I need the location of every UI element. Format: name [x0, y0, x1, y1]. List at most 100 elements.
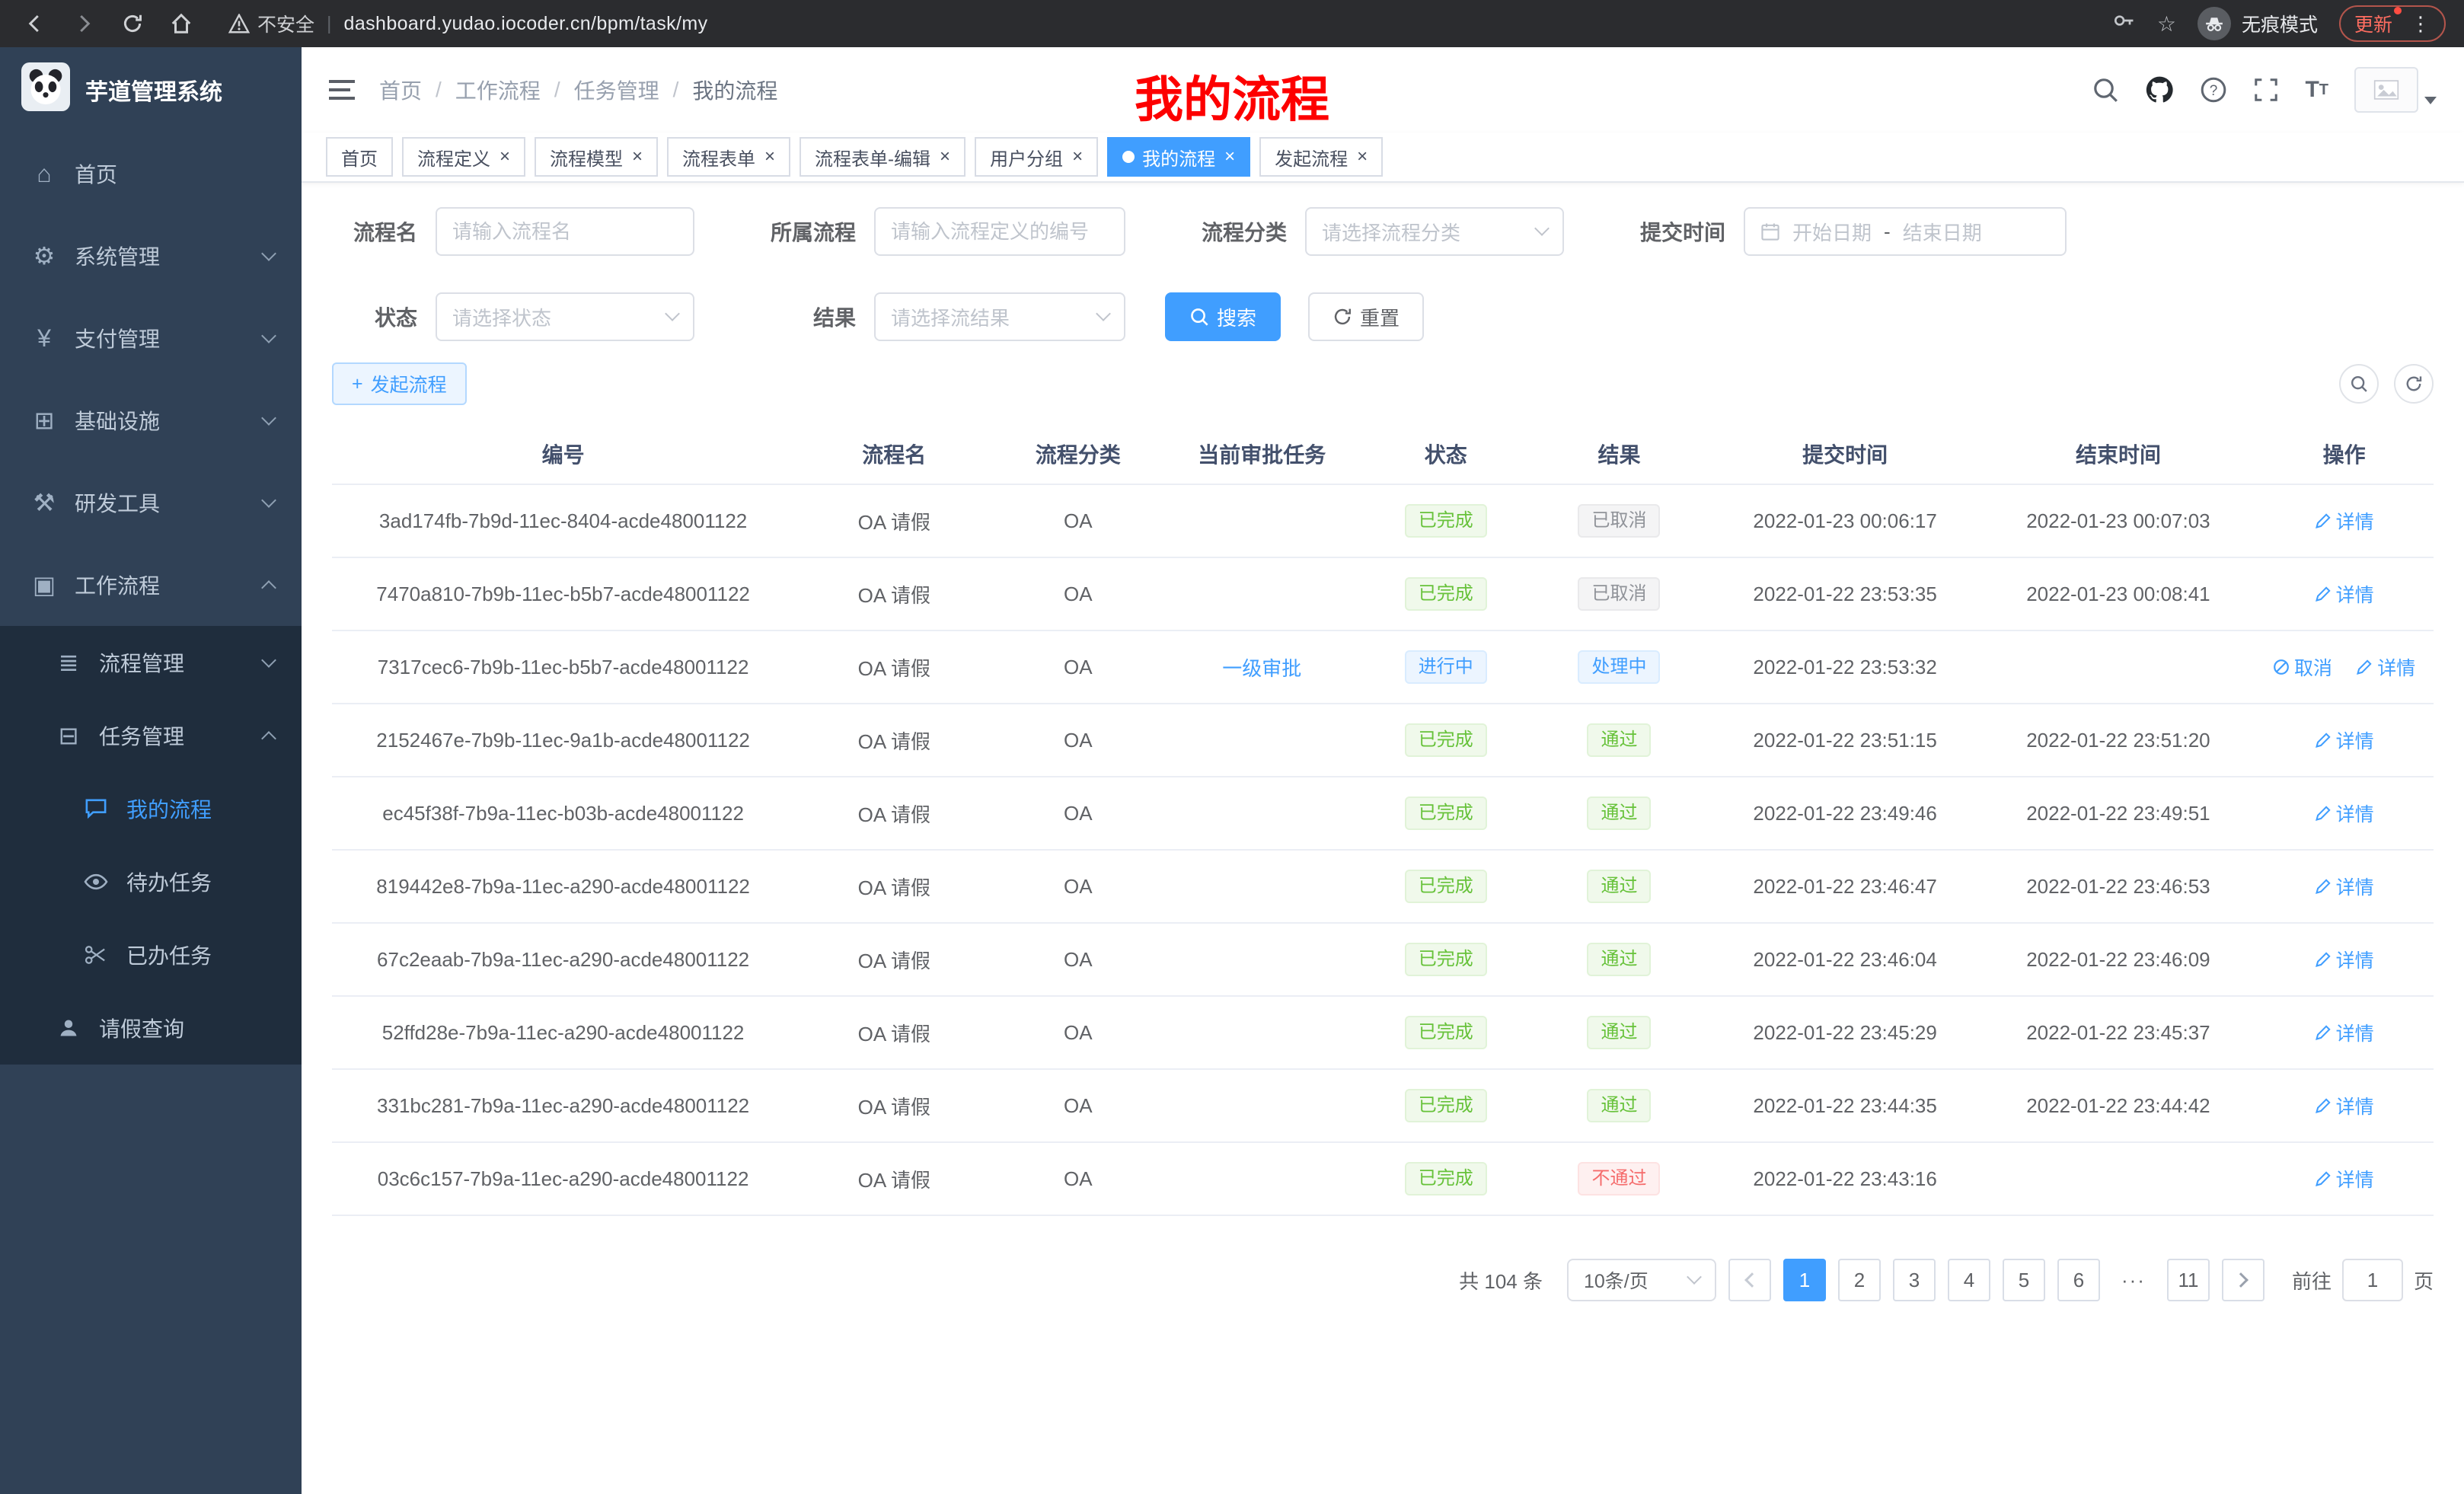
close-icon[interactable]: × [1072, 148, 1083, 166]
cell-name: OA 请假 [794, 850, 994, 923]
url-text[interactable]: dashboard.yudao.iocoder.cn/bpm/task/my [344, 13, 708, 35]
address-bar[interactable]: 不安全 | dashboard.yudao.iocoder.cn/bpm/tas… [228, 10, 2096, 37]
breadcrumb-home[interactable]: 首页 [379, 75, 422, 105]
category-select[interactable]: 请选择流程分类 [1305, 207, 1564, 256]
tab[interactable]: 发起流程 × [1259, 137, 1383, 177]
edit-pen-icon [2315, 512, 2332, 529]
sidebar-item-infrastructure[interactable]: ⊞ 基础设施 [0, 379, 302, 461]
next-page-button[interactable] [2222, 1259, 2265, 1301]
process-definition-input[interactable] [874, 207, 1125, 256]
close-icon[interactable]: × [500, 148, 510, 166]
start-date[interactable]: 开始日期 [1792, 218, 1872, 246]
breadcrumb-task-mgmt[interactable]: 任务管理 [574, 75, 659, 105]
sidebar-item-devtools[interactable]: ⚒ 研发工具 [0, 461, 302, 544]
page-button[interactable]: 4 [1948, 1259, 1990, 1301]
fullscreen-icon[interactable] [2253, 77, 2279, 103]
reload-icon[interactable] [116, 7, 149, 40]
goto-page: 前往 页 [2292, 1259, 2434, 1301]
tab[interactable]: 流程模型 × [535, 137, 658, 177]
status-badge: 已完成 [1405, 577, 1487, 611]
sidebar-item-workflow[interactable]: ▣ 工作流程 [0, 544, 302, 626]
password-key-icon[interactable] [2111, 8, 2136, 39]
detail-link[interactable]: 详情 [2315, 873, 2374, 900]
sidebar-item-my-process[interactable]: 我的流程 [0, 772, 302, 845]
tab-label: 首页 [341, 144, 378, 171]
home-nav-icon[interactable] [164, 7, 198, 40]
close-icon[interactable]: × [632, 148, 643, 166]
detail-link[interactable]: 详情 [2356, 653, 2415, 681]
sidebar-item-task-mgmt[interactable]: ⊟ 任务管理 [0, 699, 302, 772]
font-size-icon[interactable]: TT [2305, 78, 2328, 101]
cell-end-time: 2022-01-22 23:51:20 [1982, 704, 2255, 777]
create-process-button[interactable]: + 发起流程 [332, 362, 467, 405]
sidebar-item-done-tasks[interactable]: 已办任务 [0, 918, 302, 991]
page-button[interactable]: 11 [2167, 1259, 2210, 1301]
search-icon[interactable] [2092, 76, 2119, 104]
security-warning[interactable]: 不安全 [228, 10, 314, 37]
edit-pen-icon [2356, 659, 2373, 675]
detail-link[interactable]: 详情 [2315, 946, 2374, 973]
sidebar-item-process-mgmt[interactable]: ≣ 流程管理 [0, 626, 302, 699]
avatar[interactable] [2354, 67, 2437, 113]
search-button[interactable]: 搜索 [1165, 292, 1281, 341]
cell-actions: 取消 详情 [2255, 704, 2434, 777]
update-button[interactable]: 更新 ⋮ [2339, 5, 2446, 42]
prev-page-button[interactable] [1728, 1259, 1771, 1301]
show-search-button[interactable] [2339, 364, 2379, 404]
page-button[interactable]: 5 [2003, 1259, 2045, 1301]
status-select[interactable]: 请选择状态 [436, 292, 694, 341]
close-icon[interactable]: × [1357, 148, 1368, 166]
table-row: 331bc281-7b9a-11ec-a290-acde48001122 OA … [332, 1069, 2434, 1142]
cell-actions: 取消 详情 [2255, 996, 2434, 1069]
page-button[interactable]: 1 [1783, 1259, 1826, 1301]
detail-link[interactable]: 详情 [2315, 580, 2374, 608]
back-icon[interactable] [18, 7, 52, 40]
result-select[interactable]: 请选择流结果 [874, 292, 1125, 341]
menu-kebab-icon[interactable]: ⋮ [2405, 12, 2430, 36]
hamburger-icon[interactable] [329, 80, 355, 100]
page-size-select[interactable]: 10条/页 [1567, 1259, 1716, 1301]
close-icon[interactable]: × [1224, 148, 1235, 166]
tab[interactable]: 流程表单-编辑 × [800, 137, 965, 177]
approval-task-link[interactable]: 一级审批 [1222, 657, 1301, 680]
refresh-table-button[interactable] [2394, 364, 2434, 404]
tab[interactable]: 流程表单 × [667, 137, 790, 177]
date-range-picker[interactable]: 开始日期 - 结束日期 [1744, 207, 2067, 256]
close-icon[interactable]: × [940, 148, 950, 166]
page-button[interactable]: ··· [2112, 1259, 2155, 1301]
edit-pen-icon [2315, 586, 2332, 602]
cancel-link[interactable]: 取消 [2273, 653, 2332, 681]
chat-icon [79, 798, 113, 819]
tab[interactable]: 首页 × [326, 137, 393, 177]
process-name-input[interactable] [436, 207, 694, 256]
page-button[interactable]: 2 [1838, 1259, 1881, 1301]
tab[interactable]: 用户分组 × [975, 137, 1098, 177]
sidebar-item-home[interactable]: ⌂ 首页 [0, 132, 302, 215]
sidebar-item-leave-query[interactable]: 请假查询 [0, 991, 302, 1065]
forward-icon[interactable] [67, 7, 101, 40]
tab[interactable]: 流程定义 × [402, 137, 525, 177]
breadcrumb-workflow[interactable]: 工作流程 [455, 75, 541, 105]
detail-link[interactable]: 详情 [2315, 1092, 2374, 1119]
sidebar-item-payment[interactable]: ¥ 支付管理 [0, 297, 302, 379]
reset-button[interactable]: 重置 [1308, 292, 1424, 341]
page-button[interactable]: 3 [1893, 1259, 1936, 1301]
sidebar-item-system[interactable]: ⚙ 系统管理 [0, 215, 302, 297]
detail-link[interactable]: 详情 [2315, 1165, 2374, 1192]
detail-link[interactable]: 详情 [2315, 800, 2374, 827]
result-badge: 通过 [1587, 796, 1651, 830]
sidebar-item-todo-tasks[interactable]: 待办任务 [0, 845, 302, 918]
page-button[interactable]: 6 [2057, 1259, 2100, 1301]
detail-link[interactable]: 详情 [2315, 726, 2374, 754]
end-date[interactable]: 结束日期 [1903, 218, 1982, 246]
github-icon[interactable] [2145, 75, 2174, 104]
detail-link[interactable]: 详情 [2315, 507, 2374, 535]
bookmark-star-icon[interactable]: ☆ [2157, 11, 2176, 37]
close-icon[interactable]: × [764, 148, 775, 166]
cell-name: OA 请假 [794, 1069, 994, 1142]
detail-link[interactable]: 详情 [2315, 1019, 2374, 1046]
tab[interactable]: 我的流程 × [1107, 137, 1250, 177]
edit-pen-icon [2315, 1024, 2332, 1041]
help-icon[interactable]: ? [2200, 76, 2227, 104]
goto-page-input[interactable] [2342, 1259, 2403, 1301]
